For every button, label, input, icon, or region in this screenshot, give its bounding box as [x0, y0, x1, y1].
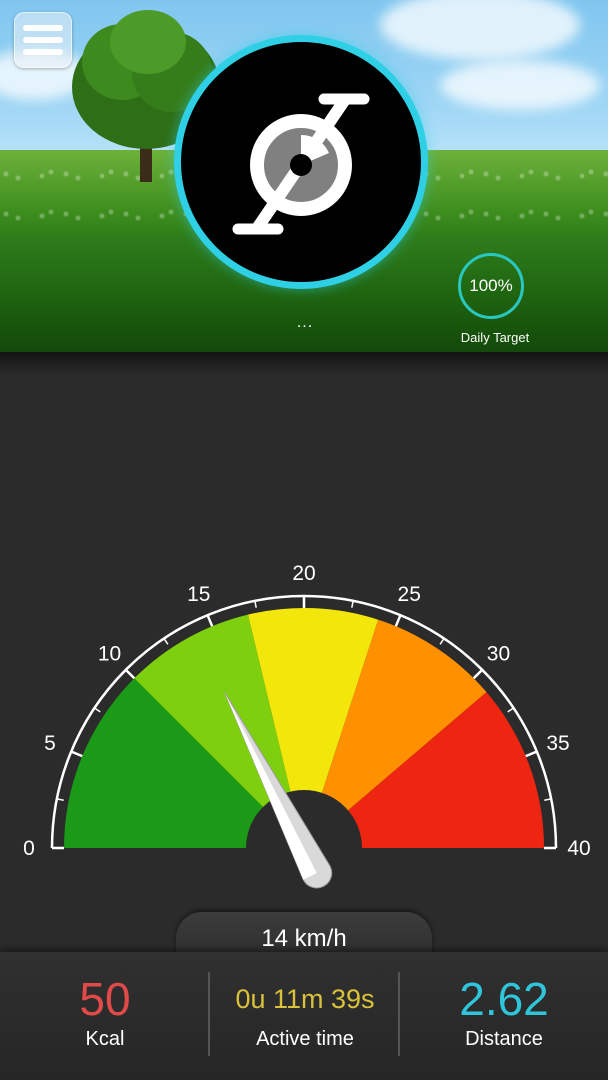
kcal-value: 50	[79, 973, 131, 1025]
active-time-value: 0u 11m 39s	[235, 984, 375, 1014]
gauge-tick-label: 35	[546, 732, 569, 755]
gauge-minor-tick	[163, 638, 169, 645]
daily-target-value: 100%	[469, 276, 513, 295]
active-time-stat: 0u 11m 39s Active time	[210, 972, 400, 1051]
gauge-major-tick	[525, 750, 538, 758]
gauge-minor-tick	[254, 600, 257, 608]
gauge-minor-tick	[507, 707, 514, 713]
kcal-stat: 50 Kcal	[20, 972, 190, 1051]
gauge-tick-label: 10	[98, 643, 121, 666]
speed-gauge: 0 5 10 15 20 25 30 35 40	[0, 540, 608, 900]
gauge-tick-label: 40	[567, 837, 590, 860]
gauge-tick-label: 5	[44, 732, 56, 755]
distance-stat: 2.62 Distance	[404, 972, 604, 1051]
gauge-major-tick	[70, 750, 83, 758]
kcal-label: Kcal	[85, 1028, 125, 1050]
gauge-minor-tick	[544, 798, 552, 801]
header-banner: ... 100% Daily Target	[0, 0, 608, 352]
gauge-minor-tick	[94, 707, 101, 713]
active-time-label: Active time	[256, 1028, 354, 1050]
header-shadow	[0, 352, 608, 376]
hamburger-icon	[23, 25, 63, 31]
daily-target-label: Daily Target	[460, 330, 530, 345]
current-speed: 14 km/h	[261, 925, 347, 952]
cloud	[440, 60, 600, 110]
cloud	[380, 0, 580, 60]
hamburger-icon	[23, 49, 63, 55]
gauge-minor-tick	[351, 600, 354, 608]
hamburger-icon	[23, 37, 63, 43]
gauge-major-tick	[472, 668, 484, 680]
app-logo[interactable]	[181, 42, 421, 282]
gauge-major-tick	[124, 668, 136, 680]
gauge-tick-label: 30	[487, 643, 510, 666]
gauge-tick-label: 0	[23, 837, 35, 860]
cyclometer-logo-icon	[232, 93, 370, 235]
gauge-tick-label: 25	[398, 583, 421, 606]
gauge-minor-tick	[439, 638, 445, 645]
menu-button[interactable]	[14, 12, 72, 68]
gauge-minor-tick	[56, 798, 64, 801]
distance-value: 2.62	[459, 973, 549, 1025]
gauge-major-tick	[206, 614, 214, 627]
gauge-tick-label: 15	[187, 583, 210, 606]
distance-label: Distance	[465, 1028, 543, 1050]
gauge-major-tick	[394, 614, 402, 627]
gauge-tick-label: 20	[292, 562, 315, 585]
page-indicator: ...	[296, 314, 314, 331]
speedometer: 0 5 10 15 20 25 30 35 40	[23, 562, 591, 889]
daily-target-button[interactable]: 100%	[458, 253, 524, 319]
